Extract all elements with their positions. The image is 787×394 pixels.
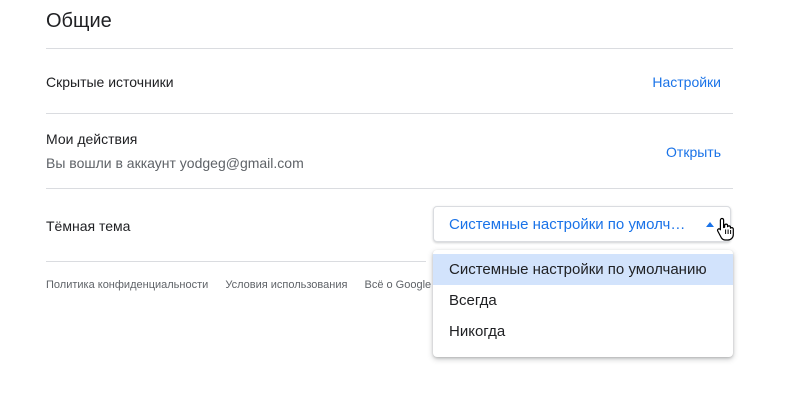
divider bbox=[46, 48, 733, 49]
caret-up-icon bbox=[706, 222, 714, 227]
option-system-default[interactable]: Системные настройки по умолчанию bbox=[433, 254, 733, 285]
dark-theme-select[interactable]: Системные настройки по умолчанию bbox=[433, 206, 731, 242]
footer-links: Политика конфиденциальности Условия испо… bbox=[46, 279, 445, 291]
privacy-policy-link[interactable]: Политика конфиденциальности bbox=[46, 279, 208, 291]
section-title: Общие bbox=[46, 10, 112, 32]
option-never[interactable]: Никогда bbox=[433, 316, 733, 347]
hand-cursor-icon bbox=[716, 217, 734, 241]
about-google-link[interactable]: Всё о Google bbox=[365, 279, 432, 291]
hidden-sources-label: Скрытые источники bbox=[46, 74, 174, 90]
hidden-sources-settings-link[interactable]: Настройки bbox=[652, 74, 721, 90]
divider bbox=[46, 188, 733, 189]
dark-theme-dropdown: Системные настройки по умолчанию Всегда … bbox=[433, 250, 733, 357]
dark-theme-select-value: Системные настройки по умолчанию bbox=[449, 216, 693, 233]
dark-theme-label: Тёмная тема bbox=[46, 218, 131, 234]
terms-link[interactable]: Условия использования bbox=[225, 279, 347, 291]
my-activity-open-link[interactable]: Открыть bbox=[666, 144, 721, 160]
my-activity-label: Мои действия bbox=[46, 131, 138, 147]
option-always[interactable]: Всегда bbox=[433, 285, 733, 316]
divider bbox=[46, 261, 426, 262]
account-info-text: Вы вошли в аккаунт yodgeg@gmail.com bbox=[46, 155, 304, 171]
divider bbox=[46, 113, 733, 114]
